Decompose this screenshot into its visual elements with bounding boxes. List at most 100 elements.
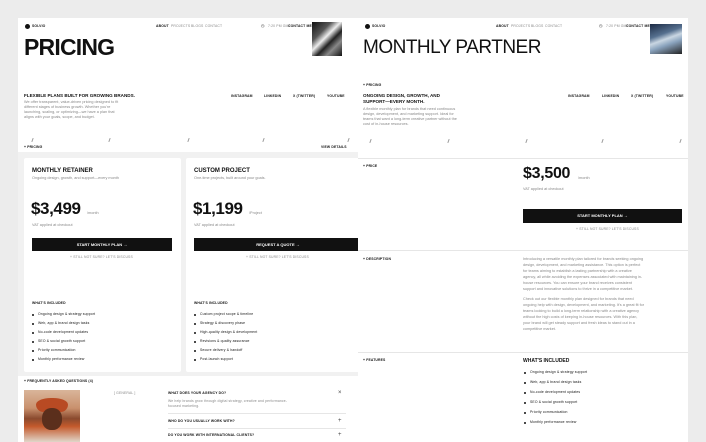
section-divider xyxy=(358,158,688,159)
social-twitter[interactable]: X (TWITTER) xyxy=(293,94,315,98)
nav-link-contact[interactable]: CONTACT xyxy=(545,24,562,28)
description-line: Introducing a versatile monthly plan tai… xyxy=(523,257,644,261)
bullet-icon xyxy=(194,359,196,361)
bullet-icon xyxy=(32,350,34,352)
divider-tick xyxy=(262,137,265,143)
feature-item: Custom project scope & timeline xyxy=(200,312,254,316)
nav-link-contact[interactable]: CONTACT xyxy=(205,24,222,28)
feature-item: Strategy & discovery phase xyxy=(200,321,246,325)
bullet-icon xyxy=(524,392,526,394)
start-monthly-plan-button[interactable]: START MONTHLY PLAN → xyxy=(523,209,682,223)
plan-unit: /month xyxy=(87,211,99,215)
feature-item: Priority communication xyxy=(530,410,568,414)
logo-icon[interactable] xyxy=(25,24,30,29)
logo-text[interactable]: SOLVIO xyxy=(372,24,385,28)
plan-unit: /month xyxy=(578,176,590,180)
included-title: WHAT'S INCLUDED xyxy=(32,301,66,305)
social-linkedin[interactable]: LINKEDIN xyxy=(602,94,619,98)
faq-question[interactable]: WHO DO YOU USUALLY WORK WITH? xyxy=(168,419,235,423)
vat-note: VAT applied at checkout xyxy=(523,187,564,191)
start-monthly-plan-button[interactable]: START MONTHLY PLAN → xyxy=(32,238,172,251)
face-shape xyxy=(42,408,62,430)
nav-link-projects[interactable]: PROJECTS xyxy=(511,24,530,28)
bullet-icon xyxy=(524,402,526,404)
nav-link-about[interactable]: ABOUT xyxy=(156,24,169,28)
view-details-link[interactable]: VIEW DETAILS xyxy=(321,145,347,149)
divider-tick xyxy=(447,138,450,144)
plus-icon[interactable]: + xyxy=(338,432,342,438)
plan-card-custom: CUSTOM PROJECT One-time projects, built … xyxy=(186,158,370,372)
divider-tick xyxy=(108,137,111,143)
bullet-icon xyxy=(194,323,196,325)
plan-price: $3,499 xyxy=(31,199,81,218)
section-label: + PRICING xyxy=(24,145,43,149)
nav-link-blogs[interactable]: BLOGS xyxy=(191,24,203,28)
included-title: WHAT'S INCLUDED xyxy=(194,301,228,305)
plan-price: $3,500 xyxy=(523,165,571,182)
feature-item: Monthly performance review xyxy=(530,420,577,424)
hero-image xyxy=(650,24,682,54)
description-line: your brand will get steady support and f… xyxy=(523,321,635,325)
faq-question[interactable]: DO YOU WORK WITH INTERNATIONAL CLIENTS? xyxy=(168,433,254,437)
divider-tick xyxy=(31,137,34,143)
description-line: agency, all while avoiding the expenses … xyxy=(523,275,643,279)
social-instagram[interactable]: INSTAGRAM xyxy=(231,94,253,98)
plus-icon[interactable]: + xyxy=(338,418,342,424)
faq-divider xyxy=(168,413,346,414)
contact-me-link[interactable]: CONTACT ME xyxy=(626,24,650,28)
feature-item: SEO & social growth support xyxy=(530,400,578,404)
description-line: for teams aiming to establish a lasting … xyxy=(523,269,632,273)
nav-link-blogs[interactable]: BLOGS xyxy=(531,24,543,28)
social-youtube[interactable]: YOUTUBE xyxy=(327,94,345,98)
description-line: competitive market. xyxy=(523,327,556,331)
bullet-icon xyxy=(524,422,526,424)
bullet-icon xyxy=(194,332,196,334)
section-divider xyxy=(358,352,688,353)
description-line: Check out our flexible monthly plan desi… xyxy=(523,297,634,301)
discuss-link[interactable]: + STILL NOT SURE? LET'S DISCUSS xyxy=(70,255,133,259)
included-title: WHAT'S INCLUDED xyxy=(523,358,570,364)
feature-item: Ongoing design & strategy support xyxy=(530,370,588,374)
partner-subtitle: SUPPORT—EVERY MONTH. xyxy=(363,99,425,104)
pricing-page: SOLVIO ABOUT PROJECTS BLOGS CONTACT ◷ 7:… xyxy=(18,18,375,442)
feature-item: Web, app & brand design tasks xyxy=(38,321,90,325)
feature-item: No-code development updates xyxy=(530,390,581,394)
contact-me-link[interactable]: CONTACT ME xyxy=(288,24,312,28)
logo-text[interactable]: SOLVIO xyxy=(32,24,45,28)
divider-tick xyxy=(187,137,190,143)
feature-item: Ongoing design & strategy support xyxy=(38,312,96,316)
plan-desc: Ongoing design, growth, and support—ever… xyxy=(32,176,119,180)
feature-item: Secure delivery & handoff xyxy=(200,348,243,352)
logo-icon[interactable] xyxy=(365,24,370,29)
faq-category-tag[interactable]: [ GENERAL ] xyxy=(114,391,136,395)
feature-item: Post-launch support xyxy=(200,357,234,361)
monthly-partner-page: SOLVIO ABOUT PROJECTS BLOGS CONTACT ◷ 7:… xyxy=(358,18,688,442)
faq-question[interactable]: WHAT DOES YOUR AGENCY DO? xyxy=(168,391,226,395)
description-label: + DESCRIPTION xyxy=(363,257,392,261)
social-youtube[interactable]: YOUTUBE xyxy=(666,94,684,98)
clock-icon: ◷ xyxy=(599,23,603,28)
request-quote-button[interactable]: REQUEST A QUOTE → xyxy=(194,238,362,251)
feature-item: No-code development updates xyxy=(38,330,89,334)
discuss-link[interactable]: + STILL NOT SURE? LET'S DISCUSS xyxy=(246,255,309,259)
section-divider xyxy=(358,250,688,251)
pricing-subtitle: FLEXIBLE PLANS BUILT FOR GROWING BRANDS. xyxy=(24,93,135,98)
description-line: teams looking to build a long-term relat… xyxy=(523,309,640,313)
close-icon[interactable]: × xyxy=(338,390,342,396)
bullet-icon xyxy=(524,382,526,384)
divider-tick xyxy=(369,138,372,144)
social-linkedin[interactable]: LINKEDIN xyxy=(264,94,281,98)
nav-link-projects[interactable]: PROJECTS xyxy=(171,24,190,28)
social-instagram[interactable]: INSTAGRAM xyxy=(568,94,590,98)
feature-item: Web, app & brand design tasks xyxy=(530,380,582,384)
divider-tick xyxy=(525,138,528,144)
discuss-link[interactable]: + STILL NOT SURE? LET'S DISCUSS xyxy=(576,227,639,231)
description-line: design, development, and marketing assis… xyxy=(523,263,641,267)
bullet-icon xyxy=(32,359,34,361)
plan-name: MONTHLY RETAINER xyxy=(32,168,93,174)
page-title: PRICING xyxy=(24,34,115,60)
hero-image xyxy=(312,22,342,56)
social-twitter[interactable]: X (TWITTER) xyxy=(631,94,653,98)
bullet-icon xyxy=(524,412,526,414)
nav-link-about[interactable]: ABOUT xyxy=(496,24,509,28)
